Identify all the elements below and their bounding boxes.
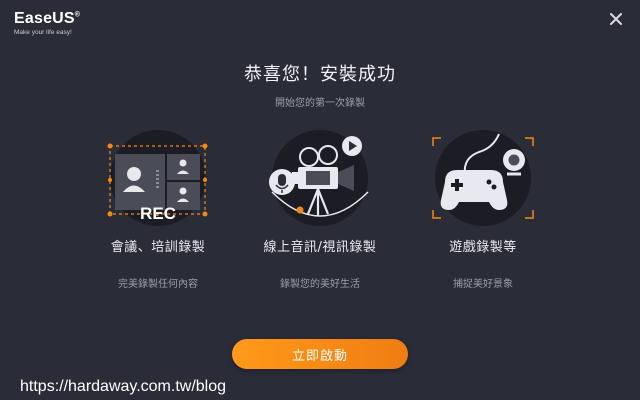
logo-tagline: Make your life easy!	[14, 29, 72, 36]
feature-game-recording: 遊戲錄製等 捕捉美好景象	[393, 130, 573, 290]
page-subtitle: 開始您的第一次錄製	[275, 98, 365, 109]
screen-record-icon: REC	[68, 130, 248, 230]
feature-av-recording: 線上音訊/視訊錄製 錄製您的美好生活	[230, 130, 410, 290]
feature-desc: 捕捉美好景象	[453, 279, 513, 290]
logo-name: EaseUS®	[14, 10, 81, 27]
feature-desc: 完美錄製任何內容	[118, 279, 198, 290]
gamepad-icon	[393, 130, 573, 230]
watermark-url: https://hardaway.com.tw/blog	[20, 378, 227, 395]
page-title: 恭喜您！安裝成功	[244, 64, 396, 85]
video-camera-icon	[230, 130, 410, 230]
rec-text: REC	[140, 204, 176, 223]
feature-label: 遊戲錄製等	[449, 240, 517, 255]
easeus-logo: EaseUS® Make your life easy!	[14, 10, 80, 36]
feature-desc: 錄製您的美好生活	[280, 279, 360, 290]
feature-label: 會議、培訓錄製	[110, 240, 206, 255]
start-now-button[interactable]: 立即啟動	[232, 339, 408, 369]
feature-label: 線上音訊/視訊錄製	[263, 240, 377, 255]
close-icon[interactable]	[610, 13, 622, 25]
feature-meeting-recording: REC 會議、培訓錄製 完美錄製任何內容	[68, 130, 248, 290]
